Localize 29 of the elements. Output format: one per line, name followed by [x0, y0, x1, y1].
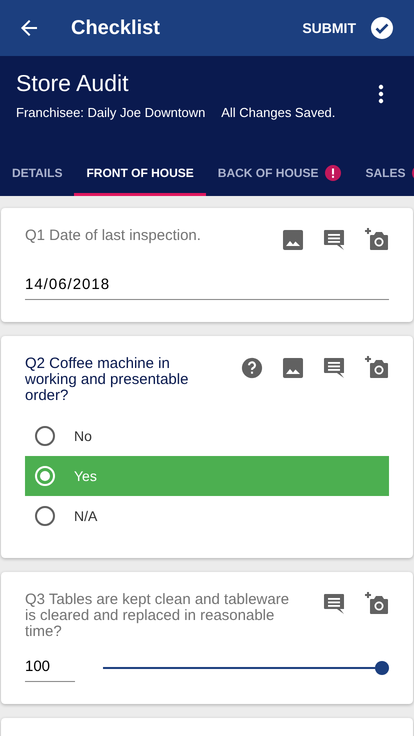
screen-title: Checklist [71, 16, 161, 40]
radio-option[interactable]: No [25, 416, 389, 456]
radio-icon [34, 465, 56, 487]
radio-icon [34, 505, 56, 527]
tab[interactable]: FRONT OF HOUSE [74, 152, 206, 196]
more-icon[interactable] [378, 84, 384, 104]
image-icon[interactable] [283, 358, 303, 378]
comment-icon[interactable] [323, 229, 345, 251]
slider-thumb[interactable] [375, 661, 389, 675]
radio-option[interactable]: N/A [25, 496, 389, 536]
check-circle-icon [370, 16, 394, 40]
comment-icon[interactable] [323, 357, 345, 379]
image-icon[interactable] [283, 230, 303, 250]
question-text: Q2 Coffee machine in working and presentable order? [25, 356, 190, 404]
save-status: All Changes Saved. [221, 105, 336, 120]
question-text: Q3 Tables are kept clean and tableware is cleared and replaced in reasonable time? [25, 592, 290, 640]
radio-icon [34, 425, 56, 447]
comment-icon[interactable] [323, 593, 345, 615]
tab[interactable]: SALES [353, 152, 414, 196]
add-photo-icon[interactable] [365, 592, 389, 616]
submit-button[interactable]: SUBMIT [302, 16, 394, 40]
add-photo-icon[interactable] [365, 356, 389, 380]
add-photo-icon[interactable] [365, 228, 389, 252]
tab[interactable]: BACK OF HOUSE [206, 152, 354, 196]
question-text: Q1 Date of last inspection. [25, 228, 202, 244]
checklist-title: Store Audit [16, 70, 130, 97]
help-icon[interactable] [241, 357, 263, 379]
franchisee-label: Franchisee: Daily Joe Downtown [16, 105, 206, 120]
tab[interactable]: DETAILS [0, 152, 74, 196]
